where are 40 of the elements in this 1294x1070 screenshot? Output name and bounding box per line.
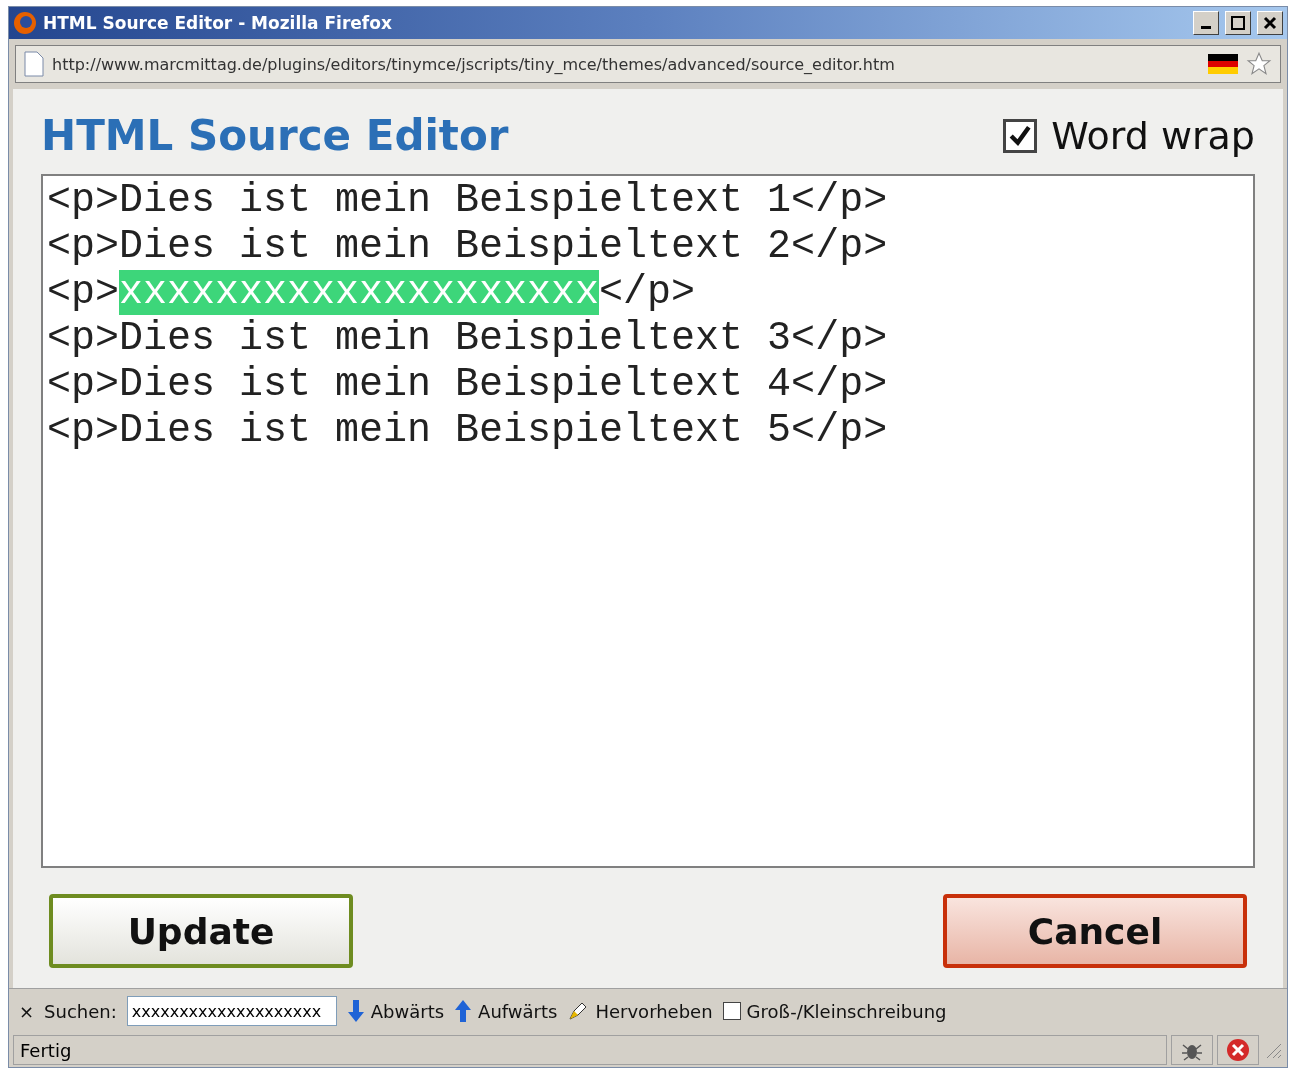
highlighted-text: xxxxxxxxxxxxxxxxxxxx xyxy=(119,270,600,315)
source-text-area[interactable] xyxy=(41,174,1255,868)
close-button[interactable] xyxy=(1257,11,1283,35)
minimize-button[interactable] xyxy=(1193,11,1219,35)
arrow-up-icon xyxy=(454,999,473,1023)
word-wrap-checkbox[interactable] xyxy=(1003,118,1038,153)
arrow-down-icon xyxy=(346,999,365,1023)
search-label: Suchen: xyxy=(44,1000,117,1022)
status-text: Fertig xyxy=(13,1035,1167,1065)
code-text: <p>Dies ist mein Beispieltext 3</p> xyxy=(47,316,888,361)
flag-icon xyxy=(1208,54,1238,74)
code-text: <p>Dies ist mein Beispieltext 2</p> xyxy=(47,224,888,269)
code-text: <p> xyxy=(47,270,119,315)
url-text: http://www.marcmittag.de/plugins/editors/tinymce/jscripts/tiny_mce/themes/advanced/source_editor.htm xyxy=(52,54,896,74)
error-icon[interactable] xyxy=(1226,1038,1250,1062)
close-find-bar-button[interactable]: × xyxy=(19,1000,35,1022)
maximize-button[interactable] xyxy=(1225,11,1251,35)
find-previous-button[interactable]: Aufwärts xyxy=(454,999,558,1023)
window-title: HTML Source Editor - Mozilla Firefox xyxy=(43,13,393,33)
code-text: <p>Dies ist mein Beispieltext 4</p> xyxy=(47,362,888,407)
match-case-checkbox[interactable] xyxy=(722,1002,741,1020)
code-text: </p> xyxy=(599,270,696,315)
page-icon xyxy=(24,51,44,77)
maximize-icon xyxy=(1231,16,1245,30)
word-wrap-label: Word wrap xyxy=(1051,113,1255,158)
update-button[interactable]: Update xyxy=(49,894,353,968)
page-heading: HTML Source Editor xyxy=(41,111,509,160)
match-case-option[interactable]: Groß-/Kleinschreibung xyxy=(722,1000,947,1022)
minimize-icon xyxy=(1201,25,1211,29)
code-text: <p>Dies ist mein Beispieltext 5</p> xyxy=(47,408,888,453)
close-icon xyxy=(1263,16,1277,30)
checkmark-icon xyxy=(1009,124,1032,147)
cancel-button[interactable]: Cancel xyxy=(943,894,1247,968)
code-text: <p>Dies ist mein Beispieltext 1</p> xyxy=(47,178,888,223)
star-icon[interactable] xyxy=(1246,51,1272,77)
address-bar[interactable]: http://www.marcmittag.de/plugins/editors/tinymce/jscripts/tiny_mce/themes/advanced/source_editor.htm xyxy=(15,45,1281,83)
find-next-button[interactable]: Abwärts xyxy=(346,999,445,1023)
search-field[interactable]: xxxxxxxxxxxxxxxxxxxx xyxy=(126,996,337,1026)
browser-logo-icon xyxy=(13,11,37,35)
highlight-button[interactable]: Hervorheben xyxy=(567,1000,713,1022)
